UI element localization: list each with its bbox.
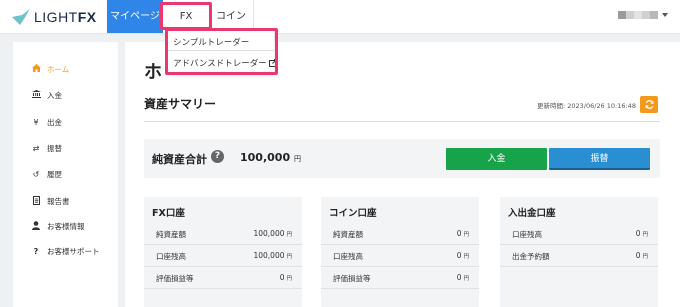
row-label: 純資産額 — [156, 230, 186, 239]
logo-text: LIGHTFX — [34, 9, 97, 25]
row-value: 0円 — [456, 229, 469, 238]
table-row: 出金予約額 0円 — [500, 245, 658, 267]
deposit-button[interactable]: 入金 — [446, 148, 547, 170]
sidebar-item-home[interactable]: ホーム — [13, 57, 118, 81]
refresh-button[interactable] — [640, 96, 658, 113]
home-icon — [30, 64, 42, 74]
user-menu[interactable] — [618, 11, 668, 19]
history-icon: ↺ — [32, 169, 40, 179]
avatar — [618, 11, 626, 19]
refresh-icon — [644, 100, 654, 109]
row-value: 0円 — [456, 251, 469, 260]
highlight-fx-menu — [165, 28, 278, 75]
row-value: 100,000 円 — [253, 251, 292, 260]
section-title: 資産サマリー — [144, 97, 217, 111]
card-title: FX口座 — [152, 208, 185, 219]
table-row: 口座残高 0円 — [500, 223, 658, 245]
row-label: 評価損益等 — [156, 274, 194, 283]
table-row: 評価損益等 0円 — [321, 267, 479, 289]
row-label: 出金予約額 — [512, 252, 550, 261]
divider — [144, 121, 660, 122]
net-assets-value: 100,000 円 — [240, 151, 301, 164]
transfer-arrows-icon: ⇄ — [32, 143, 40, 153]
logo[interactable]: LIGHTFX — [10, 7, 97, 27]
table-row: 純資産額 100,000 円 — [144, 223, 302, 245]
sidebar-item-withdraw[interactable]: ¥ 出金 — [13, 110, 118, 134]
sidebar-item-deposit[interactable]: 入金 — [13, 83, 118, 107]
chevron-down-icon — [662, 13, 668, 17]
sidebar-item-transfer[interactable]: ⇄ 振替 — [13, 136, 118, 160]
row-value: 0円 — [635, 229, 648, 238]
tab-mypage[interactable]: マイページ — [107, 0, 163, 33]
help-icon[interactable]: ? — [211, 150, 224, 163]
sidebar-item-label: 履歴 — [47, 169, 62, 179]
bank-icon — [30, 90, 42, 100]
row-label: 口座残高 — [156, 252, 186, 261]
sidebar-item-label: ホーム — [47, 64, 70, 74]
row-label: 評価損益等 — [333, 274, 371, 283]
row-label: 口座残高 — [333, 252, 363, 261]
table-row: 評価損益等 0円 — [144, 267, 302, 289]
table-row: 口座残高 0円 — [321, 245, 479, 267]
fx-account-card: FX口座 純資産額 100,000 円 口座残高 100,000 円 評価損益等 0… — [144, 197, 302, 307]
sidebar: ホーム 入金 ¥ 出金 ⇄ 振替 ↺ 履歴 報告書 お客様情報 ? お客様サポー… — [13, 42, 118, 307]
top-bar: LIGHTFX マイページ FX コイン — [0, 0, 680, 34]
avatar-pixel — [650, 11, 658, 19]
card-title: 入出金口座 — [508, 208, 556, 219]
sidebar-item-label: お客様情報 — [47, 221, 85, 231]
row-value: 100,000 円 — [253, 229, 292, 238]
row-value: 0円 — [635, 251, 648, 260]
question-icon: ? — [33, 246, 39, 256]
avatar-pixel — [626, 11, 634, 19]
cash-account-card: 入出金口座 口座残高 0円 出金予約額 0円 — [500, 197, 658, 307]
row-label: 口座残高 — [512, 230, 542, 239]
sidebar-item-label: 振替 — [47, 143, 62, 153]
avatar-pixel — [634, 11, 642, 19]
coin-account-card: コイン口座 純資産額 0円 口座残高 0円 評価損益等 0円 — [321, 197, 479, 307]
user-icon — [30, 220, 42, 232]
avatar-pixel — [642, 11, 650, 19]
sidebar-item-reports[interactable]: 報告書 — [13, 189, 118, 213]
sidebar-item-label: 入金 — [47, 90, 62, 100]
transfer-button[interactable]: 振替 — [549, 148, 650, 170]
card-title: コイン口座 — [329, 208, 377, 219]
sidebar-item-support[interactable]: ? お客様サポート — [13, 239, 118, 263]
table-row: 純資産額 0円 — [321, 223, 479, 245]
sidebar-item-history[interactable]: ↺ 履歴 — [13, 162, 118, 186]
sidebar-item-label: 報告書 — [47, 196, 70, 206]
document-icon — [30, 195, 42, 207]
page-title: ホ — [144, 62, 162, 83]
highlight-fx-tab — [160, 2, 212, 30]
logo-mark-icon — [12, 9, 30, 25]
yen-icon: ¥ — [33, 117, 39, 127]
sidebar-item-customer-info[interactable]: お客様情報 — [13, 214, 118, 238]
row-label: 純資産額 — [333, 230, 363, 239]
sidebar-item-label: 出金 — [47, 117, 62, 127]
sidebar-item-label: お客様サポート — [47, 246, 100, 256]
net-assets-label: 純資産合計 — [152, 153, 207, 166]
row-value: 0円 — [456, 273, 469, 282]
table-row: 口座残高 100,000 円 — [144, 245, 302, 267]
updated-time: 更新時間: 2023/06/26 10:16:48 — [537, 102, 636, 110]
row-value: 0円 — [279, 273, 292, 282]
